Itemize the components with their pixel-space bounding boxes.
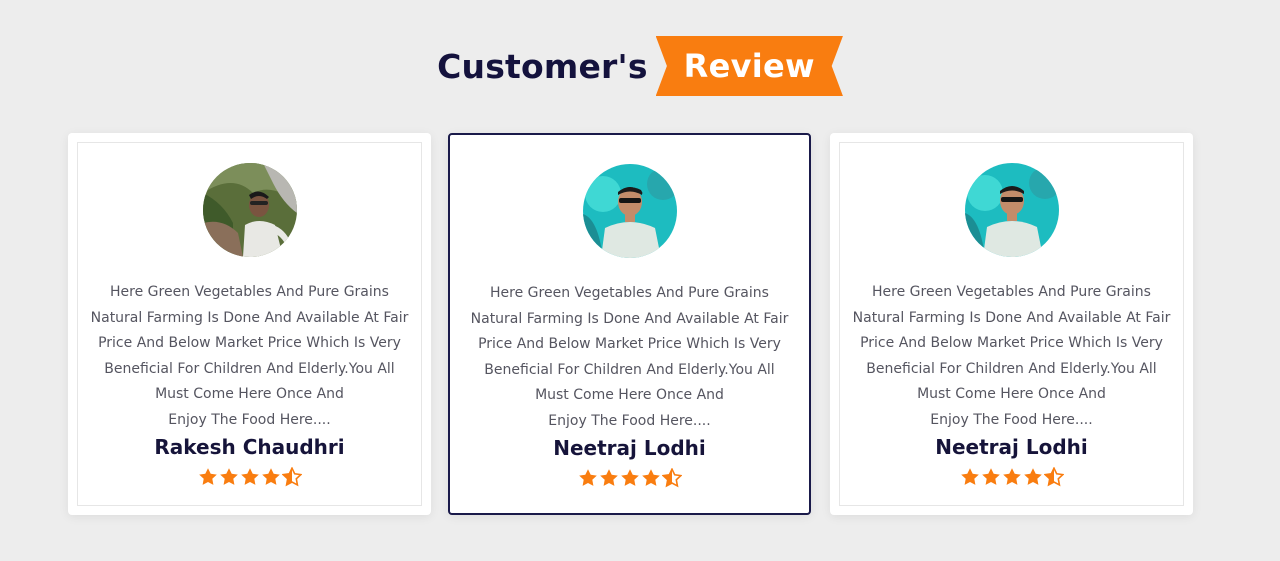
review-line: Natural Farming Is Done And Available At… <box>90 309 409 326</box>
review-line: Beneficial For Children And Elderly.You … <box>866 360 1157 377</box>
review-line: Natural Farming Is Done And Available At… <box>470 310 789 327</box>
review-card[interactable]: Here Green Vegetables And Pure Grains Na… <box>830 133 1193 515</box>
star-half-icon <box>661 468 682 488</box>
customer-name: Rakesh Chaudhri <box>154 435 345 459</box>
heading-title: Customer's <box>437 46 648 86</box>
star-full-icon <box>641 469 660 486</box>
star-full-icon <box>960 468 979 485</box>
heading-ribbon: Review <box>655 36 843 96</box>
customer-photo-icon <box>202 163 297 257</box>
customer-avatar <box>582 164 677 258</box>
star-full-icon <box>620 469 639 486</box>
review-card-frame: Here Green Vegetables And Pure Grains Na… <box>459 144 800 504</box>
review-line: Here Green Vegetables And Pure Grains <box>110 284 389 300</box>
star-full-icon <box>578 469 597 486</box>
review-line: Enjoy The Food Here.... <box>548 412 711 429</box>
star-full-icon <box>240 468 259 485</box>
customer-name: Neetraj Lodhi <box>935 435 1088 459</box>
review-line: Beneficial For Children And Elderly.You … <box>104 360 395 377</box>
review-line: Natural Farming Is Done And Available At… <box>852 309 1171 326</box>
star-full-icon <box>599 469 618 486</box>
review-line: Enjoy The Food Here.... <box>930 411 1093 428</box>
review-line: Must Come Here Once And <box>917 386 1106 402</box>
star-half-icon <box>1043 467 1064 487</box>
review-card[interactable]: Here Green Vegetables And Pure Grains Na… <box>448 133 811 515</box>
star-full-icon <box>1002 468 1021 485</box>
customer-name: Neetraj Lodhi <box>553 436 706 460</box>
review-text: Here Green Vegetables And Pure Grains Na… <box>848 280 1175 433</box>
review-text: Here Green Vegetables And Pure Grains Na… <box>467 281 792 434</box>
heading-highlight: Review <box>683 47 815 85</box>
star-rating <box>459 468 800 488</box>
section-heading: Customer's Review <box>0 36 1280 96</box>
star-half-icon <box>281 467 302 487</box>
customer-photo-icon <box>582 164 677 258</box>
star-rating <box>78 467 421 487</box>
review-line: Must Come Here Once And <box>155 386 344 402</box>
review-line: Price And Below Market Price Which Is Ve… <box>98 335 401 351</box>
customer-avatar <box>202 163 297 257</box>
star-full-icon <box>981 468 1000 485</box>
review-card[interactable]: Here Green Vegetables And Pure Grains Na… <box>68 133 431 515</box>
review-line: Must Come Here Once And <box>535 387 724 403</box>
star-rating <box>840 467 1183 487</box>
customer-photo-icon <box>964 163 1059 257</box>
review-text: Here Green Vegetables And Pure Grains Na… <box>86 280 413 433</box>
review-line: Price And Below Market Price Which Is Ve… <box>478 336 781 352</box>
star-full-icon <box>261 468 280 485</box>
review-line: Here Green Vegetables And Pure Grains <box>490 285 769 301</box>
review-line: Price And Below Market Price Which Is Ve… <box>860 335 1163 351</box>
review-line: Beneficial For Children And Elderly.You … <box>484 361 775 378</box>
review-card-frame: Here Green Vegetables And Pure Grains Na… <box>839 142 1184 506</box>
star-full-icon <box>198 468 217 485</box>
review-line: Here Green Vegetables And Pure Grains <box>872 284 1151 300</box>
review-card-frame: Here Green Vegetables And Pure Grains Na… <box>77 142 422 506</box>
star-full-icon <box>1023 468 1042 485</box>
customer-avatar <box>964 163 1059 257</box>
review-line: Enjoy The Food Here.... <box>168 411 331 428</box>
star-full-icon <box>219 468 238 485</box>
